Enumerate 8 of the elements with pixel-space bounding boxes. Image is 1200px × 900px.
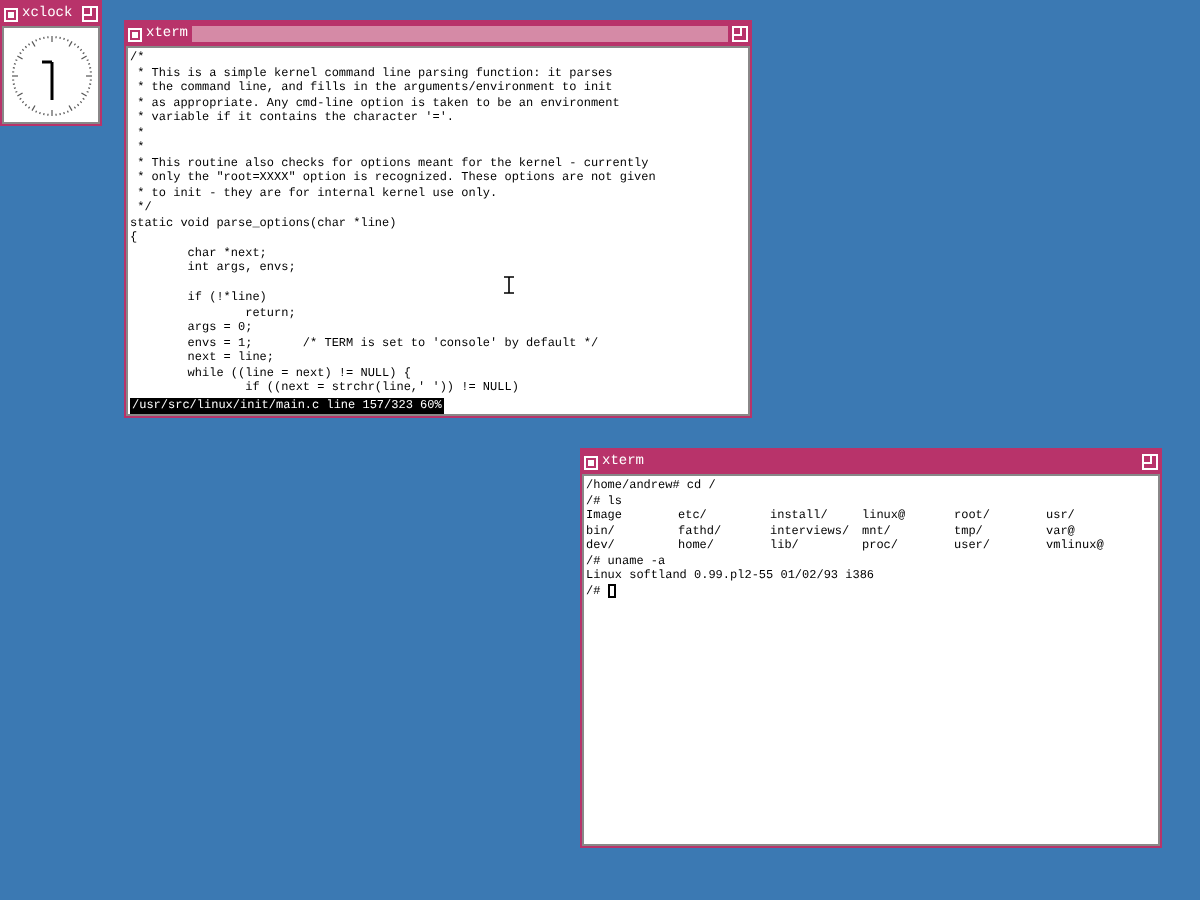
window-menu-icon[interactable] xyxy=(4,7,18,21)
window-menu-icon[interactable] xyxy=(128,27,142,41)
block-cursor-icon xyxy=(607,583,616,598)
resize-icon[interactable] xyxy=(1142,454,1158,470)
window-menu-icon[interactable] xyxy=(584,455,598,469)
resize-icon[interactable] xyxy=(82,6,98,22)
text-cursor-icon xyxy=(504,276,514,294)
resize-icon[interactable] xyxy=(732,26,748,42)
